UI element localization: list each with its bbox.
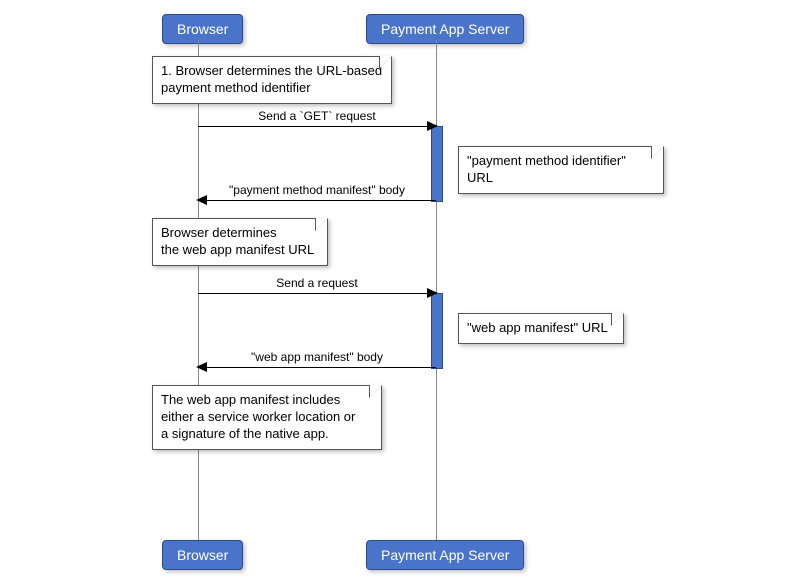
participant-label: Payment App Server [381, 21, 509, 37]
note-line: "web app manifest" URL [467, 320, 615, 337]
participant-server-top: Payment App Server [366, 14, 524, 44]
note-line: a signature of the native app. [161, 426, 373, 443]
note-line: Browser determines [161, 225, 319, 242]
message-web-app-manifest-body: "web app manifest" body [198, 367, 436, 368]
note-wam-url: "web app manifest" URL [458, 313, 624, 344]
participant-server-bottom: Payment App Server [366, 540, 524, 570]
message-label: Send a request [198, 276, 436, 290]
note-line: The web app manifest includes [161, 392, 373, 409]
participant-label: Payment App Server [381, 547, 509, 563]
note-manifest-includes: The web app manifest includes either a s… [152, 385, 382, 450]
note-line: 1. Browser determines the URL-based [161, 63, 383, 80]
message-label: Send a `GET` request [198, 109, 436, 123]
participant-label: Browser [177, 547, 228, 563]
note-pmi-url: "payment method identifier" URL [458, 146, 664, 194]
message-payment-method-manifest: "payment method manifest" body [198, 200, 436, 201]
participant-browser-bottom: Browser [162, 540, 243, 570]
sequence-diagram: Browser Payment App Server 1. Browser de… [0, 0, 800, 587]
note-line: either a service worker location or [161, 409, 373, 426]
note-web-app-manifest-url: Browser determines the web app manifest … [152, 218, 328, 266]
note-line: "payment method identifier" URL [467, 153, 655, 187]
note-url-based: 1. Browser determines the URL-based paym… [152, 56, 392, 104]
message-label: "web app manifest" body [198, 350, 436, 364]
participant-browser-top: Browser [162, 14, 243, 44]
message-send-request: Send a request [198, 293, 436, 294]
message-label: "payment method manifest" body [198, 183, 436, 197]
participant-label: Browser [177, 21, 228, 37]
message-get-request: Send a `GET` request [198, 126, 436, 127]
note-line: payment method identifier [161, 80, 383, 97]
note-line: the web app manifest URL [161, 242, 319, 259]
